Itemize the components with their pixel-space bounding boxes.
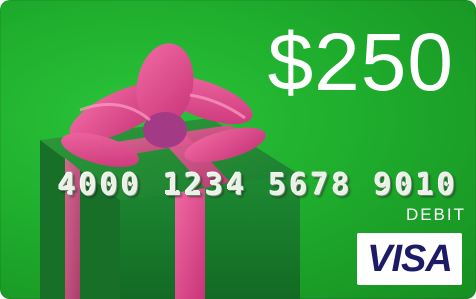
visa-logo-text: VISA: [367, 237, 453, 280]
card-amount: $250: [267, 17, 454, 108]
card-number: 4000 1234 5678 9010: [58, 168, 459, 203]
gift-card: $250 4000 1234 5678 9010 DEBIT VISA: [0, 0, 476, 299]
visa-logo: VISA: [357, 233, 462, 285]
card-type-label: DEBIT: [405, 205, 466, 224]
